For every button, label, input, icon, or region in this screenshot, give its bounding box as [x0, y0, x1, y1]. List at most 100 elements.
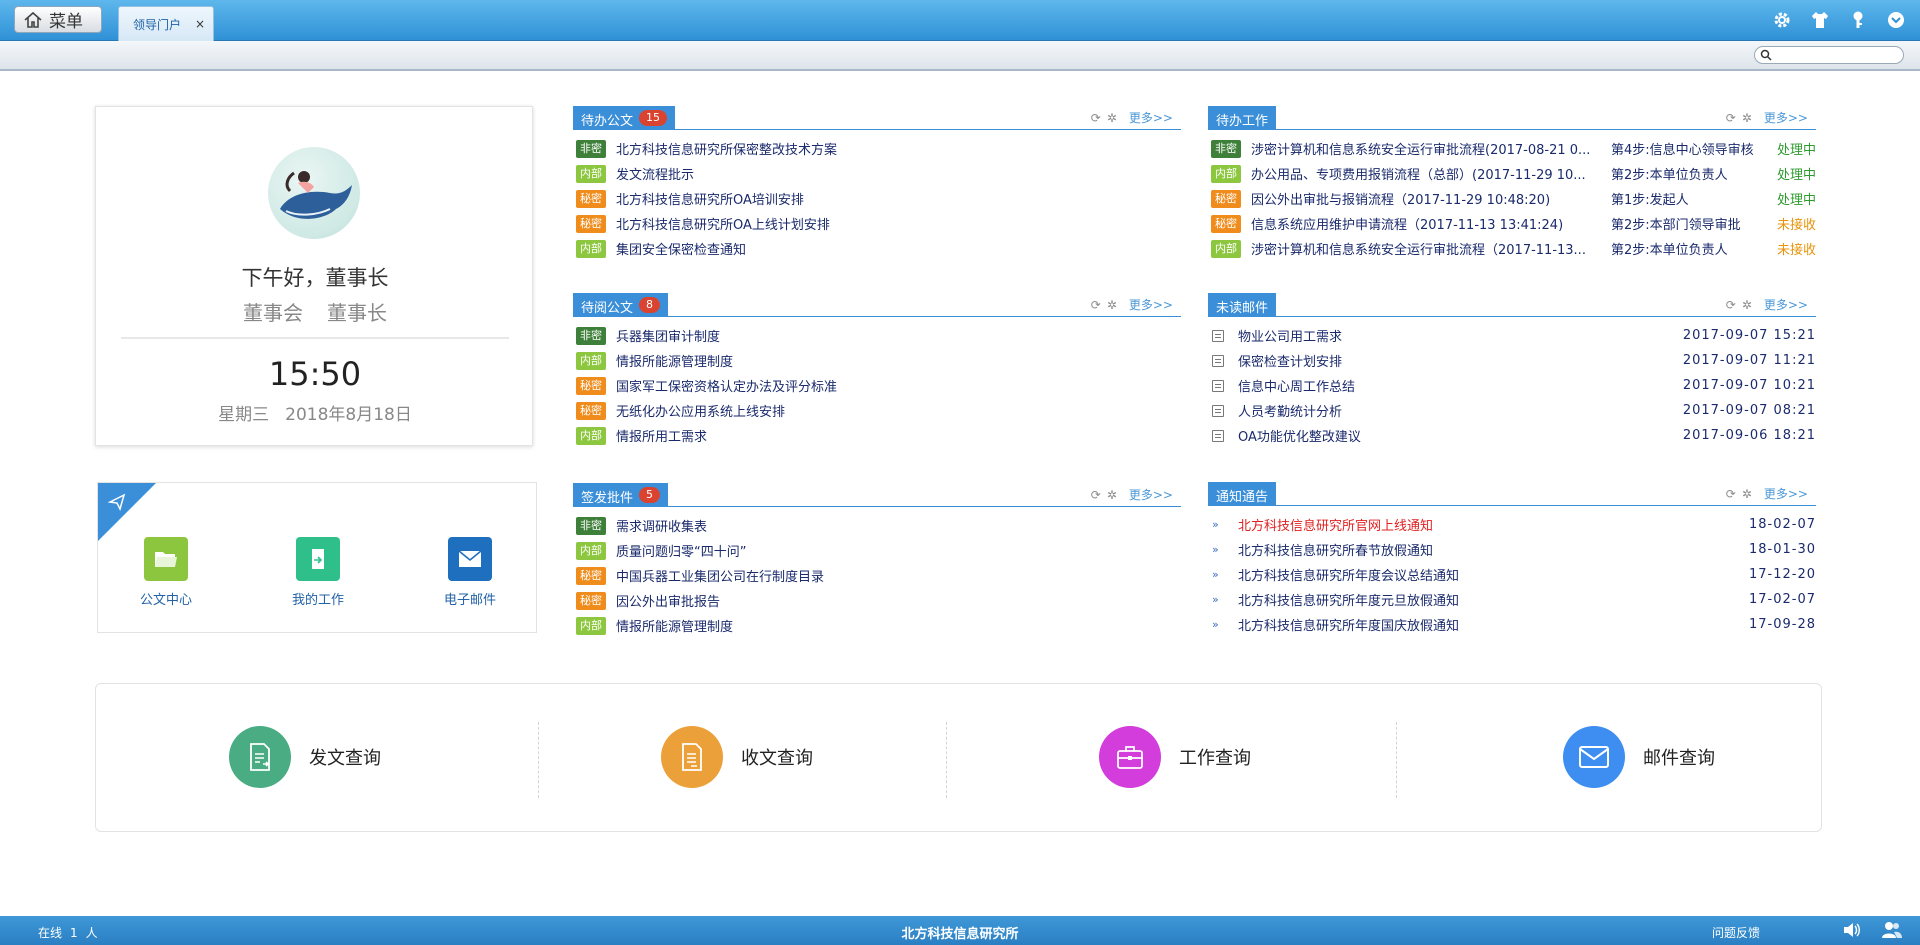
more-link[interactable]: 更多>> [1129, 486, 1173, 503]
refresh-icon[interactable]: ⟳ [1091, 488, 1101, 502]
panel-title[interactable]: 待办公文 15 [573, 106, 676, 130]
item-title[interactable]: 北方科技信息研究所保密整改技术方案 [616, 139, 837, 158]
settings-icon[interactable]: ✲ [1742, 487, 1752, 501]
list-item[interactable]: 非密 需求调研收集表 [573, 513, 1181, 538]
feedback-link[interactable]: 问题反馈 [1712, 924, 1760, 941]
list-item[interactable]: 人员考勤统计分析 2017-09-07 08:21 [1208, 398, 1816, 423]
list-item[interactable]: » 北方科技信息研究所年度国庆放假通知 17-09-28 [1208, 612, 1816, 637]
tab-close-icon[interactable]: × [195, 17, 205, 31]
more-link[interactable]: 更多>> [1129, 109, 1173, 126]
panel-title[interactable]: 待办工作 [1208, 106, 1277, 130]
item-title[interactable]: 国家军工保密资格认定办法及评分标准 [616, 376, 837, 395]
item-title[interactable]: OA功能优化整改建议 [1238, 426, 1361, 445]
users-icon[interactable] [1882, 920, 1902, 940]
settings-icon[interactable]: ✲ [1742, 111, 1752, 125]
item-title[interactable]: 北方科技信息研究所年度会议总结通知 [1238, 565, 1459, 584]
item-title[interactable]: 北方科技信息研究所年度国庆放假通知 [1238, 615, 1459, 634]
item-title[interactable]: 情报所能源管理制度 [616, 616, 733, 635]
settings-icon[interactable]: ✲ [1107, 298, 1117, 312]
refresh-icon[interactable]: ⟳ [1091, 111, 1101, 125]
list-item[interactable]: 内部 质量问题归零“四十问” [573, 538, 1181, 563]
item-title[interactable]: 保密检查计划安排 [1238, 351, 1342, 370]
more-link[interactable]: 更多>> [1764, 485, 1808, 502]
list-item[interactable]: 秘密 北方科技信息研究所OA上线计划安排 [573, 211, 1181, 236]
menu-button[interactable]: 菜单 [14, 6, 102, 33]
list-item[interactable]: 内部 发文流程批示 [573, 161, 1181, 186]
more-link[interactable]: 更多>> [1129, 296, 1173, 313]
panel-title[interactable]: 未读邮件 [1208, 293, 1277, 317]
item-title[interactable]: 涉密计算机和信息系统安全运行审批流程（2017-11-13... [1251, 239, 1586, 258]
settings-icon[interactable]: ✲ [1107, 488, 1117, 502]
speaker-icon[interactable] [1842, 920, 1862, 940]
list-item[interactable]: 内部 情报所能源管理制度 [573, 348, 1181, 373]
quick-link-my-work[interactable]: 我的工作 [273, 537, 363, 608]
item-title[interactable]: 情报所能源管理制度 [616, 351, 733, 370]
query-mail[interactable]: 邮件查询 [1563, 726, 1715, 788]
list-item[interactable]: 保密检查计划安排 2017-09-07 11:21 [1208, 348, 1816, 373]
panel-title[interactable]: 待阅公文 8 [573, 293, 669, 317]
query-work[interactable]: 工作查询 [1099, 726, 1251, 788]
list-item[interactable]: » 北方科技信息研究所年度元旦放假通知 17-02-07 [1208, 587, 1816, 612]
list-item[interactable]: 秘密 因公外出审批报告 [573, 588, 1181, 613]
list-item[interactable]: 内部 办公用品、专项费用报销流程（总部）(2017-11-29 10... 第2步:… [1208, 161, 1816, 186]
item-title[interactable]: 情报所用工需求 [616, 426, 707, 445]
item-title[interactable]: 北方科技信息研究所官网上线通知 [1238, 515, 1433, 534]
shirt-icon[interactable] [1808, 8, 1832, 32]
item-title[interactable]: 中国兵器工业集团公司在行制度目录 [616, 566, 824, 585]
list-item[interactable]: 秘密 北方科技信息研究所OA培训安排 [573, 186, 1181, 211]
item-title[interactable]: 无纸化办公应用系统上线安排 [616, 401, 785, 420]
settings-icon[interactable]: ✲ [1107, 111, 1117, 125]
tab-leader-portal[interactable]: 领导门户 × [118, 6, 214, 41]
item-title[interactable]: 涉密计算机和信息系统安全运行审批流程(2017-08-21 0... [1251, 139, 1590, 158]
list-item[interactable]: 物业公司用工需求 2017-09-07 15:21 [1208, 323, 1816, 348]
panel-title[interactable]: 通知通告 [1208, 482, 1277, 506]
item-title[interactable]: 办公用品、专项费用报销流程（总部）(2017-11-29 10... [1251, 164, 1586, 183]
item-title[interactable]: 需求调研收集表 [616, 516, 707, 535]
panel-title[interactable]: 签发批件 5 [573, 483, 669, 507]
refresh-icon[interactable]: ⟳ [1726, 111, 1736, 125]
item-title[interactable]: 北方科技信息研究所春节放假通知 [1238, 540, 1433, 559]
query-receive-docs[interactable]: 收文查询 [661, 726, 813, 788]
list-item[interactable]: 内部 集团安全保密检查通知 [573, 236, 1181, 261]
quick-link-email[interactable]: 电子邮件 [425, 537, 515, 608]
item-title[interactable]: 因公外出审批与报销流程（2017-11-29 10:48:20) [1251, 189, 1550, 208]
more-link[interactable]: 更多>> [1764, 109, 1808, 126]
list-item[interactable]: 秘密 因公外出审批与报销流程（2017-11-29 10:48:20) 第1步:发起… [1208, 186, 1816, 211]
item-title[interactable]: 信息中心周工作总结 [1238, 376, 1355, 395]
list-item[interactable]: 内部 涉密计算机和信息系统安全运行审批流程（2017-11-13... 第2步:本单… [1208, 236, 1816, 261]
item-title[interactable]: 质量问题归零“四十问” [616, 541, 746, 560]
gear-icon[interactable] [1770, 8, 1794, 32]
list-item[interactable]: » 北方科技信息研究所年度会议总结通知 17-12-20 [1208, 562, 1816, 587]
quick-link-doc-center[interactable]: 公文中心 [121, 537, 211, 608]
query-send-docs[interactable]: 发文查询 [229, 726, 381, 788]
list-item[interactable]: 秘密 信息系统应用维护申请流程（2017-11-13 13:41:24) 第2步:本… [1208, 211, 1816, 236]
chevron-down-circle-icon[interactable] [1884, 8, 1908, 32]
item-title[interactable]: 北方科技信息研究所OA上线计划安排 [616, 214, 830, 233]
list-item[interactable]: 非密 兵器集团审计制度 [573, 323, 1181, 348]
list-item[interactable]: » 北方科技信息研究所春节放假通知 18-01-30 [1208, 537, 1816, 562]
item-title[interactable]: 集团安全保密检查通知 [616, 239, 746, 258]
list-item[interactable]: 内部 情报所能源管理制度 [573, 613, 1181, 638]
item-title[interactable]: 物业公司用工需求 [1238, 326, 1342, 345]
item-title[interactable]: 兵器集团审计制度 [616, 326, 720, 345]
refresh-icon[interactable]: ⟳ [1091, 298, 1101, 312]
list-item[interactable]: 秘密 中国兵器工业集团公司在行制度目录 [573, 563, 1181, 588]
item-title[interactable]: 发文流程批示 [616, 164, 694, 183]
item-title[interactable]: 信息系统应用维护申请流程（2017-11-13 13:41:24) [1251, 214, 1563, 233]
search-input[interactable] [1754, 46, 1904, 64]
list-item[interactable]: 非密 涉密计算机和信息系统安全运行审批流程(2017-08-21 0... 第4步:… [1208, 136, 1816, 161]
item-title[interactable]: 因公外出审批报告 [616, 591, 720, 610]
item-title[interactable]: 北方科技信息研究所年度元旦放假通知 [1238, 590, 1459, 609]
settings-icon[interactable]: ✲ [1742, 298, 1752, 312]
refresh-icon[interactable]: ⟳ [1726, 298, 1736, 312]
list-item[interactable]: 秘密 国家军工保密资格认定办法及评分标准 [573, 373, 1181, 398]
list-item[interactable]: 内部 情报所用工需求 [573, 423, 1181, 448]
refresh-icon[interactable]: ⟳ [1726, 487, 1736, 501]
list-item[interactable]: » 北方科技信息研究所官网上线通知 18-02-07 [1208, 512, 1816, 537]
item-title[interactable]: 人员考勤统计分析 [1238, 401, 1342, 420]
list-item[interactable]: 非密 北方科技信息研究所保密整改技术方案 [573, 136, 1181, 161]
item-title[interactable]: 北方科技信息研究所OA培训安排 [616, 189, 804, 208]
key-icon[interactable] [1846, 8, 1870, 32]
more-link[interactable]: 更多>> [1764, 296, 1808, 313]
list-item[interactable]: 信息中心周工作总结 2017-09-07 10:21 [1208, 373, 1816, 398]
